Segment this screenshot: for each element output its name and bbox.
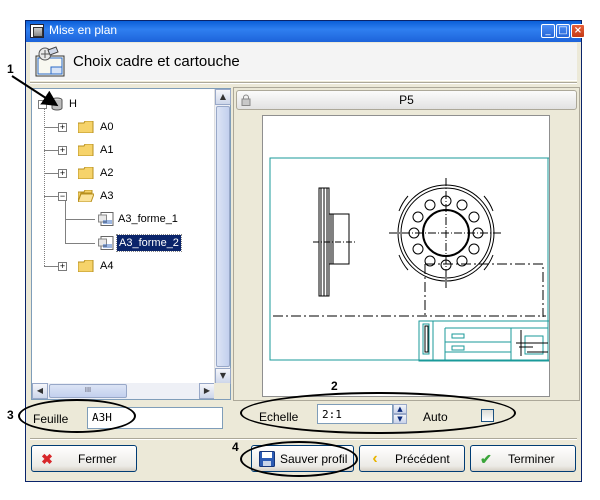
dialog-heading: Choix cadre et cartouche xyxy=(73,53,240,70)
auto-checkbox[interactable] xyxy=(481,409,494,422)
scroll-right-icon[interactable]: ▶ xyxy=(199,383,215,399)
folder-icon xyxy=(78,121,94,133)
tree-item-a1[interactable]: + A1 xyxy=(58,142,138,158)
preview-header[interactable]: P5 xyxy=(236,90,577,110)
close-x-icon: ✖ xyxy=(41,451,53,467)
horizontal-scroll-thumb[interactable]: III xyxy=(49,384,127,398)
tree-item-label: A3 xyxy=(100,190,114,202)
title-bar[interactable]: Mise en plan _ □ × xyxy=(26,21,585,42)
tree-item-a3-forme-1[interactable]: A3_forme_1 xyxy=(98,211,208,227)
sauver-profil-button[interactable]: Sauver profil xyxy=(251,445,354,472)
spin-down-icon[interactable]: ▼ xyxy=(393,414,407,424)
database-icon xyxy=(51,97,63,111)
maximize-button[interactable]: □ xyxy=(556,24,570,38)
collapse-icon[interactable]: − xyxy=(38,100,47,109)
callout-number: 2 xyxy=(331,379,338,393)
tree-item-a3-forme-2[interactable]: A3_forme_2 xyxy=(98,234,208,252)
tree-viewport: − H + A0 + A1 + A2 − A3 A3_forme_1 A3_fo… xyxy=(32,89,215,384)
window-title: Mise en plan xyxy=(49,23,118,37)
expand-icon[interactable]: + xyxy=(58,169,67,178)
tree-line xyxy=(65,243,95,244)
callout-number: 3 xyxy=(7,408,14,422)
tree-root[interactable]: − H xyxy=(38,96,118,112)
footer-separator xyxy=(30,438,577,440)
terminer-button-label: Terminer xyxy=(508,452,555,466)
tree-item-label: A0 xyxy=(100,121,114,133)
terminer-button[interactable]: ✔ Terminer xyxy=(470,445,576,472)
folder-icon xyxy=(78,144,94,156)
tree-item-label: A4 xyxy=(100,260,114,272)
checkmark-icon: ✔ xyxy=(480,451,492,467)
lock-icon xyxy=(241,94,251,106)
template-tree[interactable]: − H + A0 + A1 + A2 − A3 A3_forme_1 A3_fo… xyxy=(31,88,231,400)
tree-line xyxy=(44,108,45,266)
tree-item-a0[interactable]: + A0 xyxy=(58,119,138,135)
drawing-sheet-image xyxy=(269,157,562,362)
save-icon xyxy=(259,451,275,467)
tree-item-label: A2 xyxy=(100,167,114,179)
app-icon xyxy=(30,24,44,38)
feuille-label: Feuille xyxy=(33,412,69,426)
expand-icon[interactable]: + xyxy=(58,262,67,271)
preview-title: P5 xyxy=(399,93,414,107)
tree-item-a4[interactable]: + A4 xyxy=(58,258,138,274)
dialog-window: Mise en plan _ □ × Choix cadre et cartou… xyxy=(25,20,585,482)
spin-up-icon[interactable]: ▲ xyxy=(393,404,407,414)
frame-cartouche-icon xyxy=(35,46,65,77)
scroll-up-icon[interactable]: ▲ xyxy=(215,89,231,105)
expand-icon[interactable]: + xyxy=(58,123,67,132)
scroll-corner xyxy=(214,383,230,399)
drawing-preview xyxy=(262,115,562,397)
folder-icon xyxy=(78,167,94,179)
tree-item-a3[interactable]: − A3 xyxy=(58,188,138,204)
callout-number: 4 xyxy=(232,440,239,454)
tree-line xyxy=(65,219,95,220)
folder-open-icon xyxy=(78,190,94,202)
header-separator xyxy=(30,82,577,84)
precedent-button[interactable]: ‹ Précédent xyxy=(359,445,465,472)
sheet-template-icon xyxy=(98,212,114,226)
tree-item-label-selected: A3_forme_2 xyxy=(116,234,182,252)
tree-root-label: H xyxy=(69,98,77,110)
fermer-button-label: Fermer xyxy=(78,452,117,466)
dialog-header: Choix cadre et cartouche xyxy=(30,43,577,81)
back-arrow-icon: ‹ xyxy=(372,450,378,467)
expand-icon[interactable]: + xyxy=(58,146,67,155)
tree-vertical-scrollbar[interactable]: ▲ ▼ xyxy=(214,89,231,384)
preview-panel: P5 xyxy=(233,87,580,401)
fermer-button[interactable]: ✖ Fermer xyxy=(31,445,137,472)
scroll-down-icon[interactable]: ▼ xyxy=(215,368,231,384)
scroll-left-icon[interactable]: ◀ xyxy=(32,383,48,399)
sheet-template-icon xyxy=(98,236,114,250)
echelle-spinner[interactable]: ▲ ▼ xyxy=(393,404,407,424)
precedent-button-label: Précédent xyxy=(395,452,450,466)
auto-label: Auto xyxy=(423,410,448,424)
close-button[interactable]: × xyxy=(571,24,585,38)
tree-line xyxy=(65,200,66,243)
echelle-field[interactable]: 2:1 xyxy=(317,404,393,424)
minimize-button[interactable]: _ xyxy=(541,24,555,38)
sauver-profil-label: Sauver profil xyxy=(280,452,348,466)
tree-item-a2[interactable]: + A2 xyxy=(58,165,138,181)
feuille-field[interactable]: A3H xyxy=(87,407,223,429)
tree-item-label: A1 xyxy=(100,144,114,156)
collapse-icon[interactable]: − xyxy=(58,192,67,201)
callout-number: 1 xyxy=(7,62,14,76)
vertical-scroll-thumb[interactable] xyxy=(216,106,230,367)
tree-item-label: A3_forme_1 xyxy=(118,213,178,225)
echelle-label: Echelle xyxy=(259,410,299,424)
tree-horizontal-scrollbar[interactable]: ◀ III ▶ xyxy=(32,383,215,399)
folder-icon xyxy=(78,260,94,272)
